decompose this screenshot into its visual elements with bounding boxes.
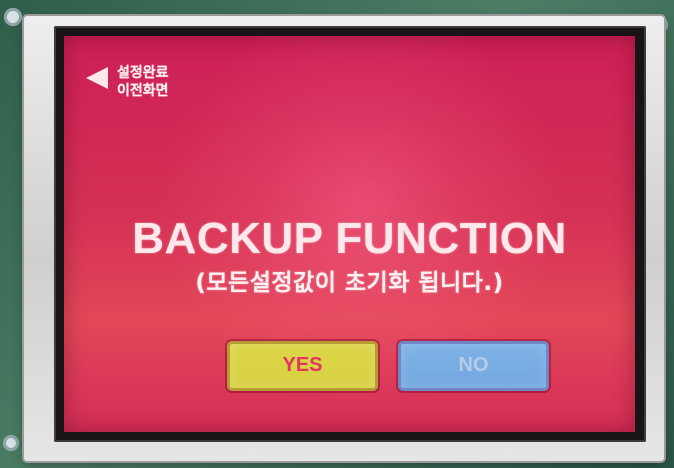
backup-function-title: BACKUP FUNCTION [132,214,567,263]
back-arrow-icon[interactable] [84,64,112,92]
lcd-bezel: 설정완료 이전화면 BACKUP FUNCTION (모든설정값이 초기화 됩니… [24,16,664,461]
pcb-mounting-hole [4,8,22,26]
pcb-mounting-hole [3,435,19,451]
previous-screen-label[interactable]: 이전화면 [117,83,169,99]
reset-warning-text: (모든설정값이 초기화 됩니다.) [195,270,504,296]
backup-function-screen: 설정완료 이전화면 BACKUP FUNCTION (모든설정값이 초기화 됩니… [64,36,635,432]
no-button[interactable]: NO [398,341,549,391]
screen-frame: 설정완료 이전화면 BACKUP FUNCTION (모든설정값이 초기화 됩니… [54,26,646,442]
settings-complete-label[interactable]: 설정완료 [117,65,169,81]
yes-button[interactable]: YES [227,341,378,391]
device-photo: 설정완료 이전화면 BACKUP FUNCTION (모든설정값이 초기화 됩니… [0,0,674,468]
back-to-previous-screen-button[interactable]: 설정완료 이전화면 [84,52,192,106]
